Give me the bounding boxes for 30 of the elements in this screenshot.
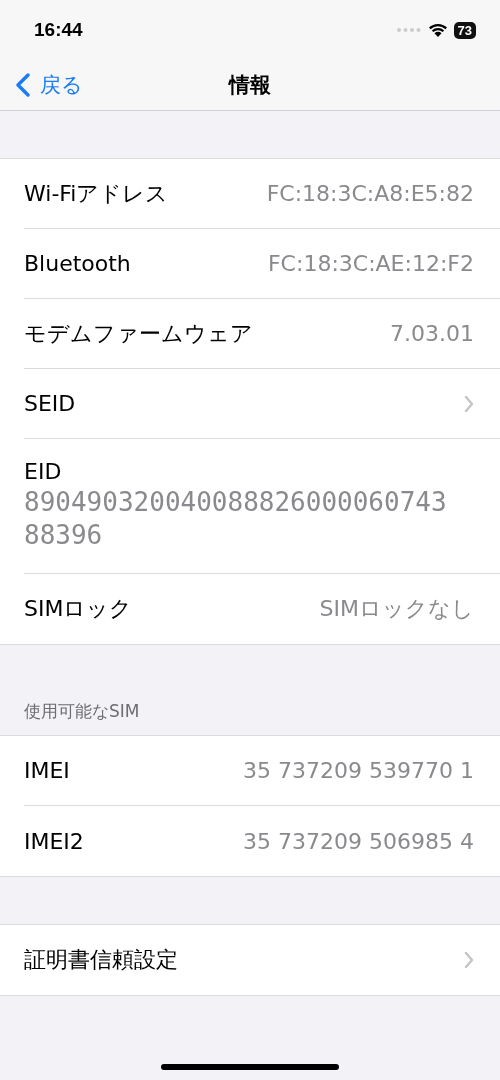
- status-time: 16:44: [34, 19, 83, 41]
- back-label[interactable]: 戻る: [40, 71, 83, 99]
- battery-icon: 73: [453, 21, 476, 39]
- wifi-icon: [427, 22, 448, 38]
- row-value: 89049032004008882600006074388396: [24, 485, 447, 552]
- list-row[interactable]: 証明書信頼設定: [24, 925, 500, 995]
- row-value: FC:18:3C:A8:E5:82: [266, 181, 474, 206]
- row-label: 証明書信頼設定: [24, 946, 178, 974]
- row-label: SEID: [24, 391, 76, 416]
- nav-title: 情報: [227, 72, 272, 99]
- row-label: モデムファームウェア: [24, 319, 253, 348]
- row-value: 35 737209 506985 4: [243, 828, 474, 854]
- row-label: Wi-Fiアドレス: [24, 179, 169, 208]
- back-button[interactable]: 戻る: [16, 71, 83, 99]
- row-label: IMEI: [24, 758, 70, 783]
- row-label: IMEI2: [24, 828, 84, 854]
- home-indicator[interactable]: [161, 1064, 339, 1070]
- list-row[interactable]: SEID: [24, 369, 500, 439]
- chevron-left-icon: [16, 73, 30, 97]
- row-value: SIMロックなし: [319, 595, 474, 623]
- chevron-right-icon: [464, 951, 474, 969]
- row-label: Bluetooth: [24, 251, 131, 276]
- row-label: SIMロック: [24, 595, 133, 623]
- row-value: FC:18:3C:AE:12:F2: [267, 251, 474, 276]
- row-value: 7.03.01: [390, 321, 474, 346]
- signal-icon: [395, 27, 422, 33]
- section-header: 使用可能なSIM: [23, 700, 141, 723]
- chevron-right-icon: [464, 394, 474, 413]
- row-value: 35 737209 539770 1: [243, 758, 474, 783]
- row-label: EID: [24, 458, 62, 484]
